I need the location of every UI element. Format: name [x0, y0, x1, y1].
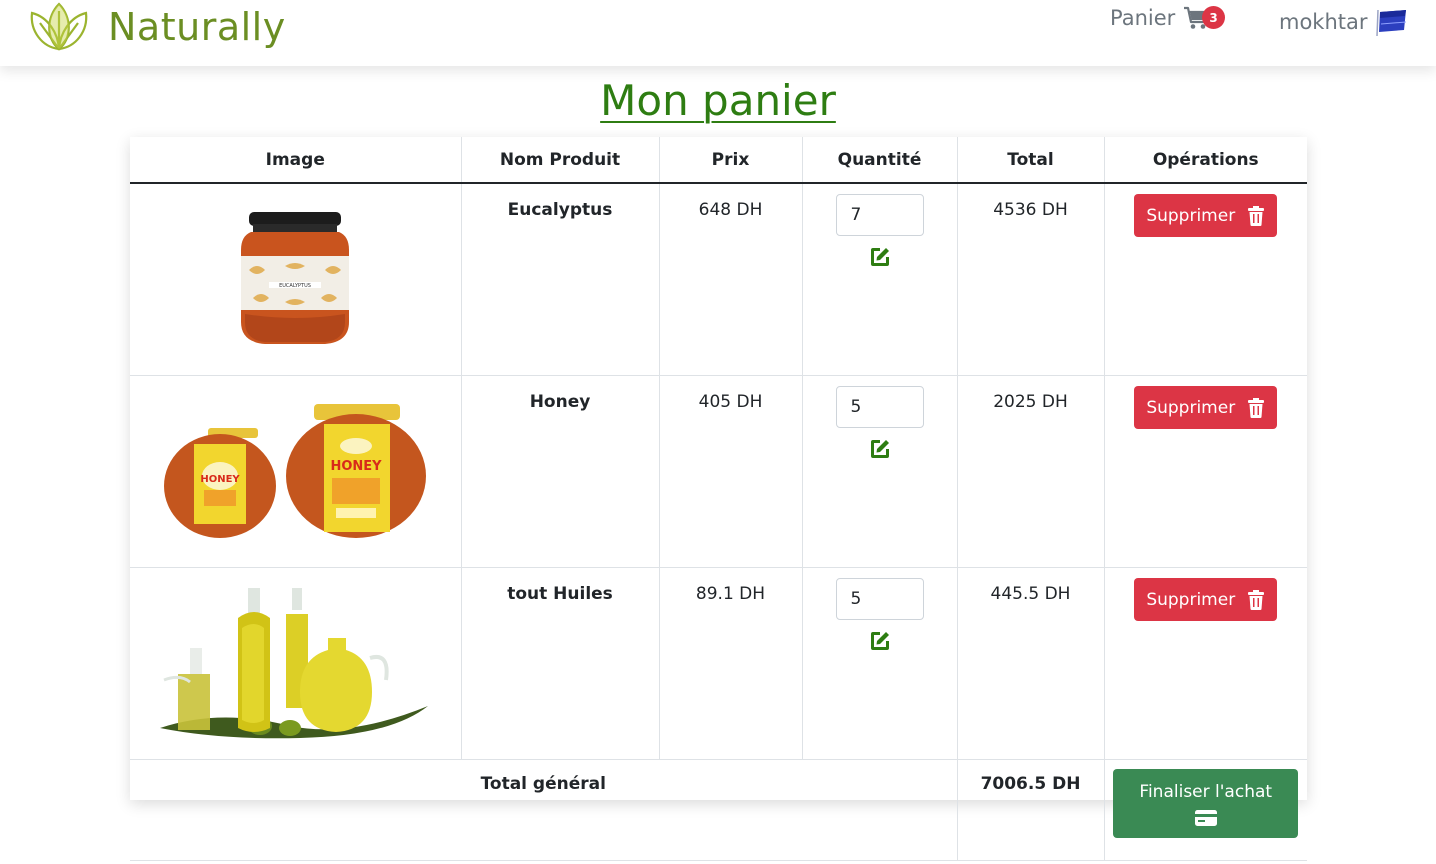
- table-footer-row: Total général 7006.5 DH Finaliser l'acha…: [130, 759, 1307, 861]
- product-name: Honey: [460, 375, 660, 568]
- quantity-cell: [801, 567, 958, 760]
- cart-table-card: Image Nom Produit Prix Quantité Total Op…: [130, 137, 1307, 861]
- column-header-total: Total: [956, 137, 1105, 184]
- column-header-name: Nom Produit: [460, 137, 660, 184]
- eucalyptus-honey-jar-image: EUCALYPTUS: [241, 211, 350, 344]
- delete-button-label: Supprimer: [1146, 205, 1236, 226]
- product-name: tout Huiles: [460, 567, 660, 760]
- honey-jars-image: HONEY HONEY: [164, 404, 427, 538]
- quantity-cell: [801, 375, 958, 568]
- checkout-cell: Finaliser l'achat: [1103, 759, 1307, 861]
- svg-text:HONEY: HONEY: [331, 459, 383, 474]
- product-price: 89.1 DH: [658, 567, 803, 760]
- table-row: EUCALYPTUS Eucalyptus 648 DH 7 4536 DH S…: [130, 182, 1307, 376]
- delete-button[interactable]: Supprimer: [1134, 578, 1278, 621]
- delete-button-label: Supprimer: [1146, 397, 1236, 418]
- grand-total-value: 7006.5 DH: [956, 759, 1105, 861]
- operations-cell: Supprimer: [1103, 567, 1307, 760]
- edit-icon: [870, 248, 889, 266]
- column-header-image: Image: [130, 137, 462, 184]
- checkout-button-label: Finaliser l'achat: [1139, 781, 1273, 802]
- edit-icon: [870, 632, 889, 650]
- row-total: 2025 DH: [956, 375, 1105, 568]
- table-row: HONEY HONEY Honey 405 DH 5 2025 DH Suppr…: [130, 375, 1307, 568]
- brand-link[interactable]: Naturally: [26, 0, 286, 54]
- table-row: tout Huiles 89.1 DH 445.5 DH: [130, 567, 1307, 760]
- trash-icon: [1248, 397, 1265, 418]
- delete-button[interactable]: Supprimer: [1134, 194, 1278, 237]
- product-image-cell: HONEY HONEY: [130, 375, 462, 568]
- product-price: 648 DH: [658, 182, 803, 376]
- operations-cell: Supprimer: [1103, 375, 1307, 568]
- cart-table: Image Nom Produit Prix Quantité Total Op…: [130, 137, 1307, 861]
- quantity-input[interactable]: [835, 194, 924, 236]
- column-header-price: Prix: [658, 137, 803, 184]
- operations-cell: Supprimer: [1103, 182, 1307, 376]
- quantity-cell: [801, 182, 958, 376]
- olive-oil-bottles-image: [160, 587, 429, 738]
- edit-icon: [870, 440, 889, 458]
- page-title: Mon panier: [600, 76, 836, 125]
- user-name: mokhtar: [1279, 10, 1368, 34]
- quantity-input[interactable]: [835, 578, 924, 620]
- quantity-input[interactable]: [835, 386, 924, 428]
- product-image-cell: [130, 567, 462, 760]
- brand-name: Naturally: [108, 5, 286, 49]
- checkout-button[interactable]: Finaliser l'achat: [1113, 769, 1299, 838]
- delete-button-label: Supprimer: [1146, 589, 1236, 610]
- product-image-cell: EUCALYPTUS: [130, 182, 462, 376]
- table-header-row: Image Nom Produit Prix Quantité Total Op…: [130, 137, 1307, 184]
- flag-icon: [1375, 9, 1406, 37]
- product-name: Eucalyptus: [460, 182, 660, 376]
- svg-text:HONEY: HONEY: [201, 474, 241, 485]
- trash-icon: [1248, 589, 1265, 610]
- leaf-logo-icon: [30, 2, 88, 51]
- update-quantity-button[interactable]: [867, 437, 893, 463]
- update-quantity-button[interactable]: [867, 245, 893, 271]
- trash-icon: [1248, 205, 1265, 226]
- column-header-quantity: Quantité: [801, 137, 958, 184]
- row-total: 445.5 DH: [956, 567, 1105, 760]
- update-quantity-button[interactable]: [867, 629, 893, 655]
- svg-text:EUCALYPTUS: EUCALYPTUS: [279, 283, 311, 289]
- credit-card-icon: [1194, 809, 1217, 826]
- grand-total-label: Total général: [130, 759, 958, 861]
- cart-count-badge: 3: [1202, 6, 1225, 29]
- column-header-operations: Opérations: [1103, 137, 1307, 184]
- nav-user-link[interactable]: mokhtar: [1279, 6, 1412, 38]
- row-total: 4536 DH: [956, 182, 1105, 376]
- product-price: 405 DH: [658, 375, 803, 568]
- nav-cart-link[interactable]: Panier: [1110, 6, 1210, 30]
- top-navbar: Naturally Panier 3 mokhtar: [0, 0, 1436, 66]
- delete-button[interactable]: Supprimer: [1134, 386, 1278, 429]
- nav-cart-label: Panier: [1110, 6, 1176, 30]
